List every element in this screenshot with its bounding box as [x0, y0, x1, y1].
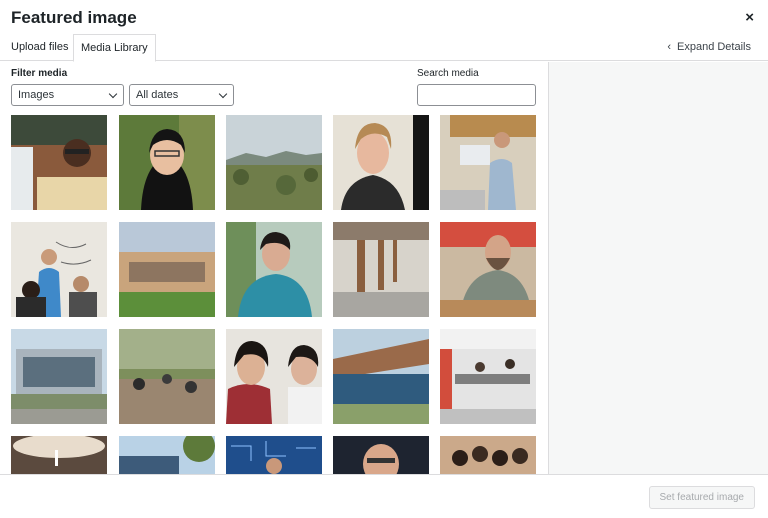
media-type-select[interactable]: Images: [11, 84, 124, 106]
attachment-thumbnail[interactable]: [333, 436, 429, 474]
photo-students-headset: [226, 329, 322, 424]
photo-trees-building: [119, 436, 215, 474]
attachment-thumbnail[interactable]: [119, 329, 215, 424]
featured-image-modal: Featured image × Upload files Media Libr…: [0, 0, 768, 518]
attachment-thumbnail[interactable]: [226, 436, 322, 474]
photo-circuit-graphic: [226, 436, 322, 474]
media-date-select[interactable]: All dates: [129, 84, 234, 106]
search-media-input[interactable]: [417, 84, 536, 106]
attachment-thumbnail[interactable]: [11, 436, 107, 474]
attachment-thumbnail[interactable]: [333, 115, 429, 210]
attachment-thumbnail[interactable]: [119, 436, 215, 474]
attachment-thumbnail[interactable]: [440, 329, 536, 424]
attachment-thumbnail[interactable]: [440, 436, 536, 474]
modal-title: Featured image: [11, 8, 137, 27]
photo-whiteboard-class: [11, 222, 107, 317]
attachment-thumbnail[interactable]: [226, 222, 322, 317]
photo-woman-glasses: [119, 115, 215, 210]
attachment-thumbnail[interactable]: [440, 222, 536, 317]
attachment-thumbnail[interactable]: [11, 222, 107, 317]
attachment-thumbnail[interactable]: [119, 222, 215, 317]
photo-outdoor-cafe: [119, 329, 215, 424]
attachment-thumbnail[interactable]: [333, 329, 429, 424]
expand-details-link[interactable]: ‹ Expand Details: [667, 34, 751, 61]
photo-group-selfie: [440, 436, 536, 474]
photo-glass-facade: [333, 329, 429, 424]
search-media-label: Search media: [417, 68, 479, 79]
tab-media-library[interactable]: Media Library: [73, 34, 156, 62]
media-tabs: Upload files Media Library ‹ Expand Detai…: [0, 34, 768, 62]
media-date-value: All dates: [136, 89, 179, 101]
attachment-thumbnail[interactable]: [333, 222, 429, 317]
expand-details-label: Expand Details: [677, 41, 751, 53]
chevron-down-icon: [108, 89, 118, 99]
photo-modern-building: [11, 329, 107, 424]
photo-desert-landscape: [226, 115, 322, 210]
media-browser: Filter media Search media Images All dat…: [0, 62, 548, 474]
photo-man-smiling: [11, 115, 107, 210]
attachment-details-sidebar: [548, 62, 768, 474]
attachment-thumbnail[interactable]: [226, 115, 322, 210]
media-type-value: Images: [18, 89, 55, 101]
attachment-thumbnail[interactable]: [119, 115, 215, 210]
photo-lab-woman: [440, 115, 536, 210]
attachment-thumbnail[interactable]: [226, 329, 322, 424]
set-featured-image-button[interactable]: Set featured image: [648, 486, 755, 509]
photo-campus-lawn: [119, 222, 215, 317]
photo-makerspace: [440, 329, 536, 424]
attachment-thumbnail[interactable]: [11, 329, 107, 424]
chevron-down-icon: [218, 89, 228, 99]
photo-woman-teal-sweater: [226, 222, 322, 317]
photo-auditorium: [11, 436, 107, 474]
photo-colonnade: [333, 222, 429, 317]
tab-upload-files[interactable]: Upload files: [11, 34, 68, 61]
filter-media-label: Filter media: [11, 68, 68, 79]
attachment-thumbnail[interactable]: [440, 115, 536, 210]
modal-toolbar: Set featured image: [0, 474, 768, 518]
photo-bearded-man-workshop: [440, 222, 536, 317]
attachment-thumbnail[interactable]: [11, 115, 107, 210]
photo-man-portrait: [333, 436, 429, 474]
chevron-left-icon: ‹: [667, 41, 671, 53]
close-icon[interactable]: ×: [745, 9, 754, 26]
photo-man-blond: [333, 115, 429, 210]
